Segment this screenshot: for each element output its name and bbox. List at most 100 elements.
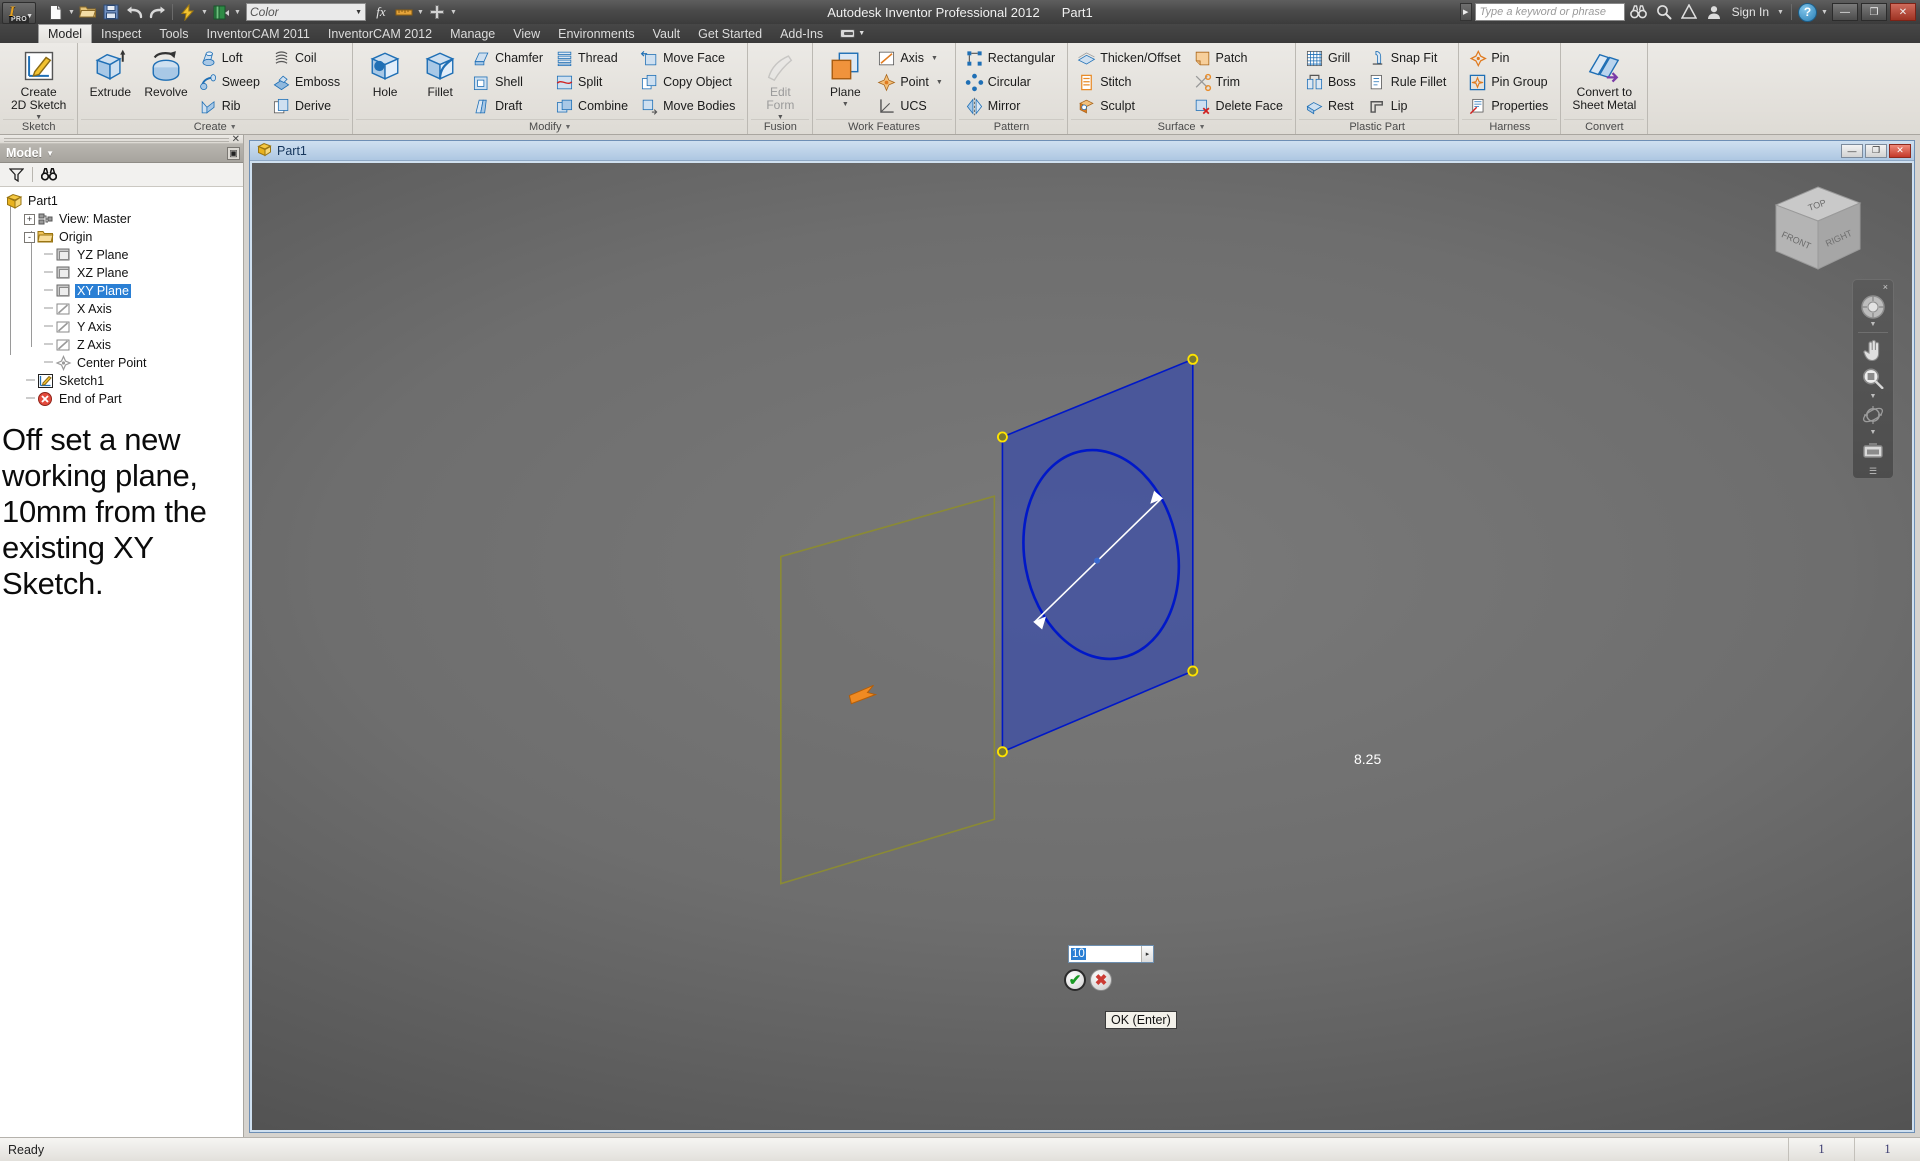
ribbon-button-convert-to-sheet-metal[interactable]: Convert to Sheet Metal (1566, 46, 1642, 118)
ribbon-tab-inventorcam-2011[interactable]: InventorCAM 2011 (198, 24, 319, 43)
tree-item-sketch1[interactable]: Sketch1 (6, 372, 243, 390)
autodesk-360-icon[interactable] (1678, 2, 1700, 22)
open-icon[interactable] (77, 2, 99, 22)
ribbon-button-patch[interactable]: Patch (1190, 47, 1289, 70)
tree-item-origin[interactable]: - Origin (6, 228, 243, 246)
dimension-value-label[interactable]: 8.25 (1354, 751, 1381, 767)
browser-header[interactable]: Model ▼ ▣ (0, 144, 243, 163)
document-minimize-button[interactable]: — (1841, 143, 1863, 158)
ribbon-button-coil[interactable]: Coil (269, 47, 346, 70)
tree-item-xz-plane[interactable]: XZ Plane (6, 264, 243, 282)
pan-icon[interactable] (1858, 337, 1888, 363)
ribbon-button-shell[interactable]: Shell (469, 71, 549, 94)
user-icon[interactable] (1703, 2, 1725, 22)
search-expand-icon[interactable]: ▶ (1459, 3, 1472, 21)
ribbon-button-sculpt[interactable]: Sculpt (1074, 95, 1186, 118)
ribbon-tab-inventorcam-2012[interactable]: InventorCAM 2012 (319, 24, 441, 43)
chevron-down-icon[interactable]: ▼ (842, 98, 849, 111)
save-icon[interactable] (100, 2, 122, 22)
tree-item-part1[interactable]: Part1 (6, 192, 243, 210)
ribbon-button-split[interactable]: Split (552, 71, 634, 94)
pin-panel-icon[interactable]: ▣ (227, 146, 240, 160)
ribbon-button-copy-object[interactable]: Copy Object (637, 71, 741, 94)
ribbon-button-derive[interactable]: Derive (269, 95, 346, 118)
chevron-down-icon[interactable]: ▼ (1199, 124, 1206, 131)
ribbon-button-fillet[interactable]: Fillet (413, 46, 467, 118)
search-binoculars-icon[interactable] (1628, 2, 1650, 22)
ribbon-button-boss[interactable]: Boss (1302, 71, 1362, 94)
ribbon-tab-vault[interactable]: Vault (644, 24, 690, 43)
chevron-down-icon[interactable]: ▼ (67, 9, 76, 16)
application-menu-button[interactable]: I PRO ▼ (2, 1, 36, 24)
ribbon-button-hole[interactable]: Hole (358, 46, 412, 118)
tree-item-y-axis[interactable]: Y Axis (6, 318, 243, 336)
ribbon-button-pin[interactable]: Pin (1465, 47, 1554, 70)
close-icon[interactable]: × (1883, 283, 1888, 292)
ribbon-button-rectangular[interactable]: Rectangular (962, 47, 1061, 70)
find-icon[interactable] (39, 165, 59, 184)
document-maximize-button[interactable]: ❐ (1865, 143, 1887, 158)
chevron-down-icon[interactable]: ▼ (233, 9, 242, 16)
color-selector[interactable]: Color ▼ (246, 3, 366, 21)
customize-icon[interactable]: ☰ (1869, 467, 1877, 476)
ribbon-tab-model[interactable]: Model (38, 24, 93, 43)
window-minimize-button[interactable]: — (1832, 3, 1858, 21)
ribbon-button-axis[interactable]: Axis ▼ (874, 47, 948, 70)
redo-icon[interactable] (146, 2, 168, 22)
zoom-icon[interactable] (1858, 365, 1888, 391)
ribbon-button-revolve[interactable]: Revolve (138, 46, 193, 118)
tree-item-xy-plane[interactable]: XY Plane (6, 282, 243, 300)
expand-icon[interactable]: + (24, 213, 35, 225)
ribbon-button-chamfer[interactable]: Chamfer (469, 47, 549, 70)
ribbon-button-mirror[interactable]: Mirror (962, 95, 1061, 118)
measure-icon[interactable] (393, 2, 415, 22)
chevron-down-icon[interactable]: ▼ (931, 55, 938, 62)
ribbon-tab-inspect[interactable]: Inspect (92, 24, 150, 43)
ribbon-tab-view[interactable]: View (504, 24, 549, 43)
chevron-down-icon[interactable]: ▼ (564, 124, 571, 131)
panel-title[interactable]: Modify ▼ (356, 119, 745, 134)
close-icon[interactable]: ✕ (232, 135, 240, 145)
3d-viewport-canvas[interactable]: 10 ▸ ✔ ✖ OK (Enter) 8.25 TOP FRONT RIGHT… (250, 161, 1914, 1132)
return-icon[interactable] (210, 2, 232, 22)
window-close-button[interactable]: ✕ (1890, 3, 1916, 21)
ribbon-button-circular[interactable]: Circular (962, 71, 1061, 94)
update-icon[interactable] (177, 2, 199, 22)
ribbon-button-thicken-offset[interactable]: Thicken/Offset (1074, 47, 1186, 70)
display-options-button[interactable]: ▼ (832, 24, 873, 43)
help-search-icon[interactable] (1653, 2, 1675, 22)
chevron-down-icon[interactable]: ▼ (230, 124, 237, 131)
view-cube[interactable]: TOP FRONT RIGHT (1768, 183, 1868, 278)
ribbon-button-rule-fillet[interactable]: Rule Fillet (1365, 71, 1453, 94)
steering-wheel-icon[interactable] (1858, 294, 1888, 320)
ribbon-tab-manage[interactable]: Manage (441, 24, 504, 43)
chevron-down-icon[interactable]: ▼ (200, 9, 209, 16)
collapse-icon[interactable]: - (24, 231, 35, 243)
ribbon-tab-get-started[interactable]: Get Started (689, 24, 771, 43)
tree-item-view-master[interactable]: + View: Master (6, 210, 243, 228)
window-maximize-button[interactable]: ❐ (1861, 3, 1887, 21)
ribbon-button-rib[interactable]: Rib (196, 95, 266, 118)
undo-icon[interactable] (123, 2, 145, 22)
ribbon-button-delete-face[interactable]: Delete Face (1190, 95, 1289, 118)
ribbon-button-lip[interactable]: Lip (1365, 95, 1453, 118)
ribbon-button-thread[interactable]: Thread (552, 47, 634, 70)
sign-in-button[interactable]: Sign In (1728, 5, 1773, 19)
ribbon-button-ucs[interactable]: UCS (874, 95, 948, 118)
tree-item-yz-plane[interactable]: YZ Plane (6, 246, 243, 264)
ribbon-button-plane[interactable]: Plane ▼ (818, 46, 872, 118)
ribbon-button-move-face[interactable]: Move Face (637, 47, 741, 70)
orbit-icon[interactable] (1858, 402, 1888, 428)
ribbon-button-grill[interactable]: Grill (1302, 47, 1362, 70)
document-close-button[interactable]: ✕ (1889, 143, 1911, 158)
cancel-offset-button[interactable]: ✖ (1090, 969, 1112, 991)
look-at-icon[interactable] (1858, 438, 1888, 464)
accept-offset-button[interactable]: ✔ (1064, 969, 1086, 991)
tree-item-center-point[interactable]: Center Point (6, 354, 243, 372)
ribbon-button-pin-group[interactable]: Pin Group (1465, 71, 1554, 94)
chevron-down-icon[interactable]: ▼ (936, 79, 943, 86)
ribbon-button-point[interactable]: Point ▼ (874, 71, 948, 94)
ribbon-button-properties[interactable]: Properties (1465, 95, 1554, 118)
ribbon-tab-environments[interactable]: Environments (549, 24, 643, 43)
ribbon-button-extrude[interactable]: Extrude (83, 46, 137, 118)
